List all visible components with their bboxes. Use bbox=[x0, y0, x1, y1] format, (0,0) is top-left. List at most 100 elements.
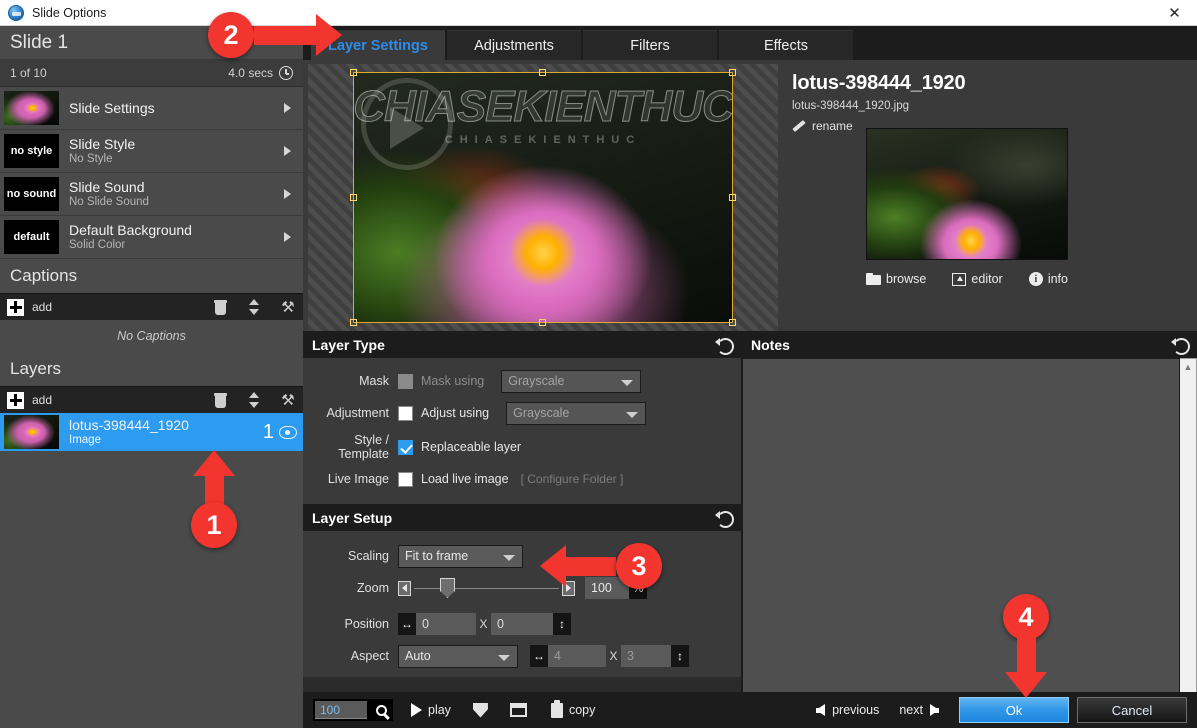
window-button[interactable] bbox=[509, 703, 527, 717]
replaceable-layer-checkbox[interactable] bbox=[398, 439, 413, 455]
captions-add-label[interactable]: add bbox=[32, 300, 52, 314]
cancel-button[interactable]: Cancel bbox=[1077, 697, 1187, 723]
slide-preview-canvas[interactable]: CHIASEKIENTHUC CHIASEKIENTHUC bbox=[308, 64, 778, 331]
shield-button[interactable] bbox=[472, 702, 488, 718]
close-icon[interactable]: ✕ bbox=[1152, 0, 1197, 26]
captions-toolbar: add ⚒ bbox=[0, 293, 303, 320]
position-y-input[interactable]: 0 bbox=[491, 613, 553, 635]
watermark-subtext: CHIASEKIENTHUC bbox=[444, 134, 642, 146]
captions-heading: Captions bbox=[0, 259, 303, 293]
layer-type-title: Layer Type bbox=[312, 336, 385, 353]
tools-icon[interactable]: ⚒ bbox=[277, 297, 299, 317]
zoom-slider[interactable] bbox=[398, 577, 575, 599]
zoom-row: Zoom 100 % bbox=[303, 575, 741, 601]
reset-icon[interactable] bbox=[715, 336, 734, 355]
aspect-width-input[interactable]: 4 bbox=[548, 645, 606, 667]
trash-icon[interactable] bbox=[209, 297, 231, 317]
zoom-slider-handle[interactable] bbox=[440, 578, 455, 598]
sidebar-item-subtitle: No Style bbox=[69, 153, 113, 165]
configure-folder-link[interactable]: [ Configure Folder ] bbox=[521, 472, 624, 486]
zoom-value-input[interactable]: 100 bbox=[585, 577, 629, 599]
notes-header: Notes bbox=[742, 331, 1197, 358]
pencil-icon bbox=[792, 119, 806, 133]
scaling-row: Scaling Fit to frame bbox=[303, 543, 741, 569]
position-x-input[interactable]: 0 bbox=[416, 613, 476, 635]
background-thumbnail: default bbox=[4, 220, 59, 254]
browse-button[interactable]: browse bbox=[866, 272, 926, 286]
position-row: Position ↔ 0 X 0 ↕ bbox=[303, 611, 741, 637]
info-button[interactable]: i info bbox=[1028, 272, 1068, 286]
previous-button[interactable]: previous bbox=[816, 703, 879, 717]
copy-button[interactable]: copy bbox=[550, 699, 596, 718]
notes-title: Notes bbox=[751, 336, 790, 353]
position-x-icon: ↔ bbox=[398, 613, 416, 635]
preview-and-info: CHIASEKIENTHUC CHIASEKIENTHUC lotus-3984… bbox=[303, 60, 1197, 331]
replaceable-layer-label: Replaceable layer bbox=[421, 440, 522, 454]
editor-icon bbox=[952, 272, 967, 286]
reset-icon[interactable] bbox=[715, 509, 734, 528]
sidebar-item-slide-settings[interactable]: Slide Settings bbox=[0, 87, 303, 130]
chevron-down-icon bbox=[503, 554, 515, 561]
notes-textarea[interactable] bbox=[742, 358, 1180, 728]
notes-scrollbar[interactable]: ▲ ▼ bbox=[1180, 358, 1197, 728]
sidebar-item-title: Default Background bbox=[69, 222, 192, 238]
position-separator: X bbox=[476, 613, 491, 635]
load-live-image-checkbox[interactable] bbox=[398, 471, 413, 487]
settings-area: Layer Type Mask Mask using Grayscale Adj… bbox=[303, 331, 1197, 728]
layer-thumbnail bbox=[4, 415, 59, 449]
editor-button[interactable]: editor bbox=[952, 272, 1003, 286]
style-template-label: Style / Template bbox=[338, 433, 389, 461]
layer-number: 1 bbox=[262, 420, 274, 443]
app-globe-icon bbox=[8, 4, 24, 21]
zoom-input[interactable]: 100 bbox=[315, 701, 367, 719]
chevron-right-icon bbox=[284, 232, 291, 242]
aspect-select[interactable]: Auto bbox=[398, 644, 518, 668]
eye-icon[interactable] bbox=[279, 425, 297, 439]
ok-button[interactable]: Ok bbox=[959, 697, 1069, 723]
layer-preview-thumbnail bbox=[866, 128, 1068, 260]
mask-mode-select[interactable]: Grayscale bbox=[501, 369, 642, 393]
layer-type-body: Mask Mask using Grayscale Adjustment Adj… bbox=[303, 358, 741, 504]
mask-using-checkbox[interactable] bbox=[398, 373, 413, 389]
sidebar-item-title: Slide Settings bbox=[69, 100, 155, 116]
sidebar-item-slide-style[interactable]: no style Slide Style No Style bbox=[0, 130, 303, 173]
layers-heading: Layers bbox=[0, 352, 303, 386]
reorder-icon[interactable] bbox=[243, 390, 265, 410]
next-button[interactable]: next bbox=[899, 703, 939, 717]
sidebar-item-slide-sound[interactable]: no sound Slide Sound No Slide Sound bbox=[0, 173, 303, 216]
reset-icon[interactable] bbox=[1171, 336, 1190, 355]
adjust-using-checkbox[interactable] bbox=[398, 405, 413, 421]
layer-type-label: Image bbox=[69, 434, 101, 446]
layers-add-label[interactable]: add bbox=[32, 393, 52, 407]
live-image-label: Live Image bbox=[327, 472, 389, 486]
chevron-up-icon[interactable]: ▲ bbox=[1184, 362, 1193, 372]
trash-icon[interactable] bbox=[209, 390, 231, 410]
list-item[interactable]: lotus-398444_1920 Image 1 bbox=[0, 413, 303, 451]
tab-effects[interactable]: Effects bbox=[719, 30, 853, 60]
window-title: Slide Options bbox=[32, 5, 107, 20]
copy-label: copy bbox=[568, 703, 596, 717]
aspect-width-icon: ↔ bbox=[530, 645, 548, 667]
zoom-decrease-button[interactable] bbox=[398, 580, 411, 596]
sidebar-item-title: Slide Style bbox=[69, 136, 136, 152]
magnifier-icon[interactable] bbox=[369, 699, 393, 721]
tab-filters[interactable]: Filters bbox=[583, 30, 717, 60]
watermark-text: CHIASEKIENTHUC bbox=[353, 82, 733, 132]
aspect-height-input[interactable]: 3 bbox=[621, 645, 671, 667]
notes-column: Notes ▲ ▼ bbox=[741, 331, 1197, 728]
plus-icon[interactable] bbox=[7, 391, 24, 409]
sidebar-item-default-background[interactable]: default Default Background Solid Color bbox=[0, 216, 303, 259]
adjust-mode-select[interactable]: Grayscale bbox=[506, 401, 647, 425]
chevron-right-icon bbox=[284, 103, 291, 113]
tools-icon[interactable]: ⚒ bbox=[277, 390, 299, 410]
plus-icon[interactable] bbox=[7, 298, 24, 316]
reorder-icon[interactable] bbox=[243, 297, 265, 317]
mask-row: Mask Mask using Grayscale bbox=[303, 368, 741, 394]
tab-adjustments[interactable]: Adjustments bbox=[447, 30, 581, 60]
scaling-select[interactable]: Fit to frame bbox=[398, 544, 523, 568]
slide-duration: 4.0 secs bbox=[228, 66, 273, 80]
play-button[interactable]: play bbox=[411, 703, 451, 717]
zoom-increase-button[interactable] bbox=[562, 580, 575, 596]
browse-label: browse bbox=[886, 272, 927, 286]
tab-layer-settings[interactable]: Layer Settings bbox=[311, 30, 445, 60]
